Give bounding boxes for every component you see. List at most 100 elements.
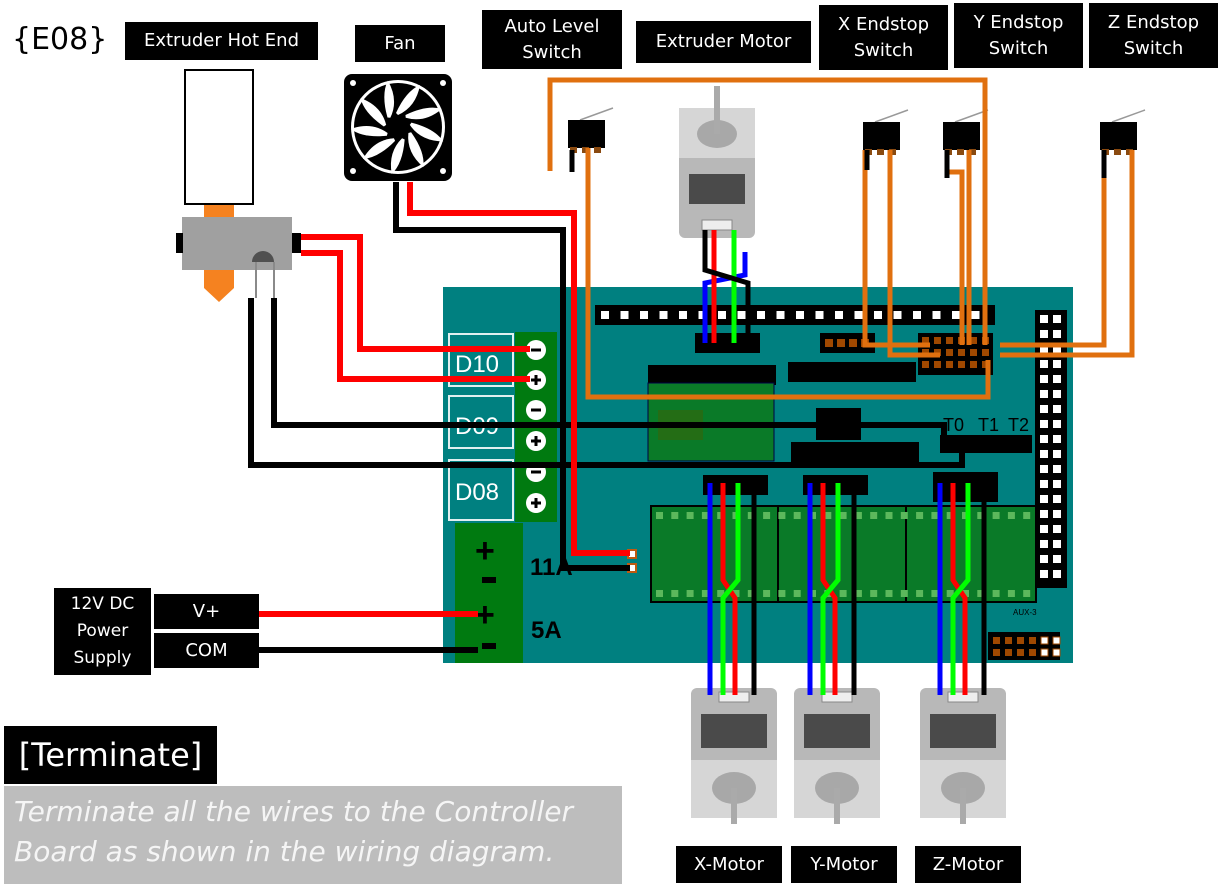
pin (1040, 510, 1048, 518)
pin (1053, 405, 1061, 413)
pin (793, 590, 801, 597)
label-text: X-Motor (694, 853, 764, 875)
pin (885, 512, 893, 519)
terminal-bar (531, 408, 541, 412)
switch-pin (957, 149, 964, 155)
pin (1040, 555, 1048, 563)
pin (870, 512, 878, 519)
pin (1040, 330, 1048, 338)
pin (671, 512, 679, 519)
pin (885, 590, 893, 597)
pin (757, 311, 765, 319)
y-motor (794, 688, 880, 824)
pin (922, 361, 929, 368)
pin (640, 311, 648, 319)
pin (1053, 360, 1061, 368)
pin (992, 512, 1000, 519)
pin (970, 361, 977, 368)
pin (934, 361, 941, 368)
minus-11a (482, 577, 496, 583)
label-x-motor: X-Motor (676, 846, 782, 883)
x-motor (691, 688, 777, 824)
pin (1017, 637, 1024, 644)
pin (1040, 405, 1048, 413)
switch-lever (1111, 109, 1146, 123)
thermistor-label-t1: T1 (978, 415, 999, 435)
pin (916, 512, 924, 519)
pin (1053, 540, 1061, 548)
pin (686, 590, 694, 597)
fan-icon (344, 74, 452, 181)
switch-body (863, 122, 900, 150)
pin (839, 590, 847, 597)
pin (659, 311, 668, 319)
motor-band (804, 714, 870, 748)
pin (1040, 636, 1049, 645)
pin (1040, 360, 1048, 368)
motor-shaft (731, 788, 737, 824)
pin (916, 590, 924, 597)
pin (1040, 570, 1048, 578)
pin (1040, 495, 1048, 503)
terminal-bar (531, 348, 541, 352)
pin (1040, 435, 1048, 443)
pin (1053, 330, 1061, 338)
pin (913, 311, 921, 319)
pin (854, 311, 863, 319)
pin (1040, 315, 1048, 323)
power-supply-label: 12V DC Power Supply (70, 594, 135, 668)
pin (1053, 465, 1061, 473)
pin (776, 311, 785, 319)
pin (1040, 648, 1049, 657)
pin (839, 512, 847, 519)
pin (1005, 637, 1012, 644)
pin (1040, 450, 1048, 458)
pin (874, 311, 882, 319)
switch-pin (594, 147, 601, 153)
motor-band (930, 714, 996, 748)
power-label-5a: 5A (531, 617, 562, 644)
terminal-bar (531, 470, 541, 474)
pin (934, 337, 941, 344)
controller-board: T0 T1 T2 AUX-3 D10 D09 D08 + + 11A 5A (443, 287, 1073, 663)
pin (971, 311, 980, 319)
pin (970, 349, 977, 356)
terminal-com: COM (154, 633, 259, 668)
pin (1053, 390, 1061, 398)
output-d10: D10 (455, 351, 499, 378)
pin (1040, 525, 1048, 533)
pin (900, 512, 908, 519)
pin (931, 590, 939, 597)
pin (1053, 315, 1061, 323)
minus-5a (482, 643, 496, 649)
pin (778, 512, 786, 519)
pin (1040, 390, 1048, 398)
pin (815, 311, 824, 319)
extruder-hot-end (176, 69, 301, 302)
switch-pin (1114, 149, 1121, 155)
pin (837, 339, 845, 347)
pin (893, 311, 902, 319)
label-text: Y-Motor (810, 853, 878, 875)
pin (1053, 480, 1061, 488)
pin (620, 311, 629, 319)
pin (849, 339, 857, 347)
pin (1040, 420, 1048, 428)
pin (1040, 480, 1048, 488)
motor-shaft (714, 86, 720, 134)
switch-lever (874, 109, 909, 123)
pin (946, 349, 953, 356)
pin (763, 590, 771, 597)
pin (793, 512, 801, 519)
pin (601, 311, 609, 319)
pin (900, 590, 908, 597)
pin (1029, 637, 1036, 644)
pin (993, 649, 1000, 656)
pin (946, 361, 953, 368)
pin (931, 512, 939, 519)
pin (1053, 450, 1061, 458)
pin (1052, 648, 1061, 657)
pin (992, 590, 1000, 597)
pin (1023, 590, 1031, 597)
pin (1017, 649, 1024, 656)
